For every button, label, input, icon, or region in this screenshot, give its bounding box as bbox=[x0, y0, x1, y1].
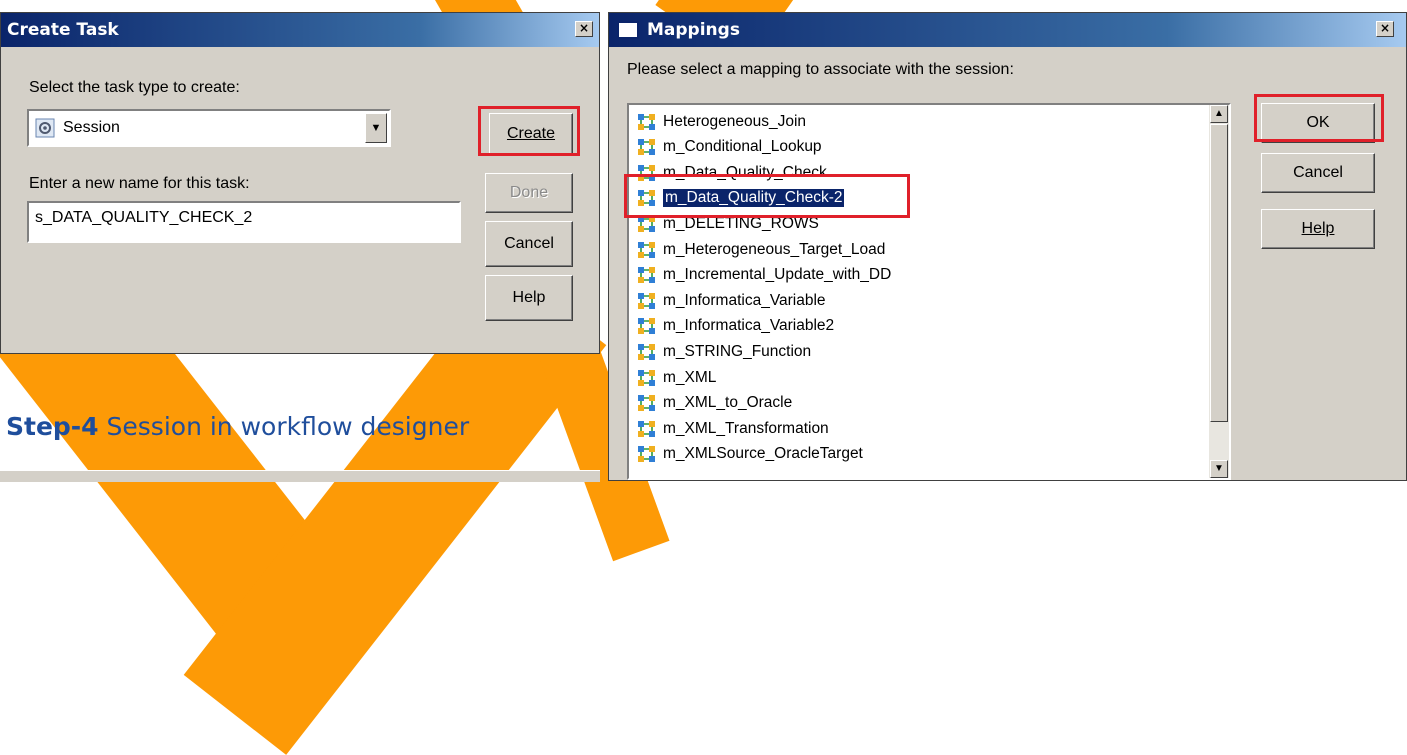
mapping-list-item[interactable]: m_Informatica_Variable2 bbox=[637, 314, 834, 339]
mapping-icon bbox=[637, 316, 657, 336]
mapping-name: m_Heterogeneous_Target_Load bbox=[663, 240, 886, 258]
mapping-icon bbox=[637, 265, 657, 285]
step-description: Session in workflow designer bbox=[106, 412, 470, 441]
mapping-list-item[interactable]: m_Informatica_Variable bbox=[637, 288, 826, 313]
mapping-list-item[interactable]: m_XML_Transformation bbox=[637, 416, 829, 441]
scroll-down-button[interactable]: ▼ bbox=[1210, 460, 1228, 478]
mapping-list-item[interactable]: m_Heterogeneous_Target_Load bbox=[637, 237, 885, 262]
mapping-list-item[interactable]: m_Conditional_Lookup bbox=[637, 135, 822, 160]
mappings-window-icon bbox=[617, 21, 639, 39]
mapping-icon bbox=[637, 163, 657, 183]
step-caption: Step-4 Session in workflow designer bbox=[6, 412, 469, 441]
mapping-name: m_Data_Quality_Check bbox=[663, 163, 827, 181]
scroll-up-button[interactable]: ▲ bbox=[1210, 105, 1228, 123]
mapping-icon bbox=[637, 342, 657, 362]
task-name-value: s_DATA_QUALITY_CHECK_2 bbox=[35, 209, 253, 226]
mapping-name: m_Data_Quality_Check-2 bbox=[661, 188, 846, 209]
create-task-titlebar: Create Task bbox=[1, 13, 599, 47]
mappings-close-icon[interactable]: × bbox=[1376, 21, 1394, 37]
mapping-list-item[interactable]: m_DELETING_ROWS bbox=[637, 211, 819, 236]
mappings-help-button[interactable]: Help bbox=[1261, 209, 1375, 249]
mapping-name: m_XML_Transformation bbox=[663, 419, 829, 437]
mapping-list-item[interactable]: Heterogeneous_Join bbox=[637, 109, 806, 134]
mapping-name: Heterogeneous_Join bbox=[663, 112, 807, 130]
mapping-name: m_XML_to_Oracle bbox=[663, 394, 793, 412]
create-task-title: Create Task bbox=[7, 20, 119, 40]
mapping-icon bbox=[637, 112, 657, 132]
mapping-name: m_Informatica_Variable2 bbox=[663, 317, 835, 335]
mapping-list-item[interactable]: m_XML bbox=[637, 365, 716, 390]
mapping-icon bbox=[637, 393, 657, 413]
dropdown-arrow-icon[interactable]: ▼ bbox=[365, 113, 387, 143]
mapping-list-item[interactable]: m_Data_Quality_Check bbox=[637, 160, 827, 185]
mapping-icon bbox=[637, 444, 657, 464]
mappings-prompt: Please select a mapping to associate wit… bbox=[627, 61, 1014, 78]
create-task-close-icon[interactable]: × bbox=[575, 21, 593, 37]
step-number: Step-4 bbox=[6, 412, 99, 441]
help-button[interactable]: Help bbox=[485, 275, 573, 321]
create-task-dialog: Create Task × Select the task type to cr… bbox=[0, 12, 600, 354]
create-button[interactable]: Create bbox=[489, 113, 573, 155]
mapping-name: m_Conditional_Lookup bbox=[663, 138, 822, 156]
mapping-name: m_XMLSource_OracleTarget bbox=[663, 445, 863, 463]
mapping-list-item[interactable]: m_Incremental_Update_with_DD bbox=[637, 263, 891, 288]
bottom-strip bbox=[0, 470, 600, 482]
ok-button[interactable]: OK bbox=[1261, 103, 1375, 143]
mappings-cancel-button[interactable]: Cancel bbox=[1261, 153, 1375, 193]
mapping-list-item[interactable]: m_Data_Quality_Check-2 bbox=[637, 186, 846, 211]
session-icon bbox=[35, 118, 55, 138]
task-type-label: Select the task type to create: bbox=[29, 79, 240, 96]
scroll-thumb[interactable] bbox=[1210, 124, 1228, 422]
task-name-input[interactable]: s_DATA_QUALITY_CHECK_2 bbox=[27, 201, 461, 243]
mapping-icon bbox=[637, 368, 657, 388]
mapping-icon bbox=[637, 188, 657, 208]
mapping-name: m_XML bbox=[663, 368, 717, 386]
mapping-name: m_STRING_Function bbox=[663, 342, 812, 360]
mapping-name: m_DELETING_ROWS bbox=[663, 214, 819, 232]
mapping-icon bbox=[637, 291, 657, 311]
task-type-value: Session bbox=[63, 119, 120, 136]
mapping-list-item[interactable]: m_STRING_Function bbox=[637, 339, 811, 364]
mapping-icon bbox=[637, 137, 657, 157]
mapping-icon bbox=[637, 419, 657, 439]
mapping-icon bbox=[637, 240, 657, 260]
mapping-icon bbox=[637, 214, 657, 234]
mappings-titlebar: Mappings bbox=[609, 13, 1406, 47]
mapping-name: m_Incremental_Update_with_DD bbox=[663, 266, 892, 284]
mappings-title: Mappings bbox=[647, 20, 740, 40]
mapping-list-item[interactable]: m_XMLSource_OracleTarget bbox=[637, 442, 863, 467]
mapping-name: m_Informatica_Variable bbox=[663, 291, 826, 309]
cancel-button[interactable]: Cancel bbox=[485, 221, 573, 267]
mappings-list[interactable]: Heterogeneous_Join m_Conditional_Lookup m_… bbox=[627, 103, 1231, 480]
task-name-label: Enter a new name for this task: bbox=[29, 175, 250, 192]
mappings-dialog: Mappings × Please select a mapping to as… bbox=[608, 12, 1407, 481]
list-scrollbar[interactable]: ▲ ▼ bbox=[1209, 105, 1229, 478]
done-button[interactable]: Done bbox=[485, 173, 573, 213]
task-type-select[interactable]: Session ▼ bbox=[27, 109, 391, 147]
mapping-list-item[interactable]: m_XML_to_Oracle bbox=[637, 391, 792, 416]
